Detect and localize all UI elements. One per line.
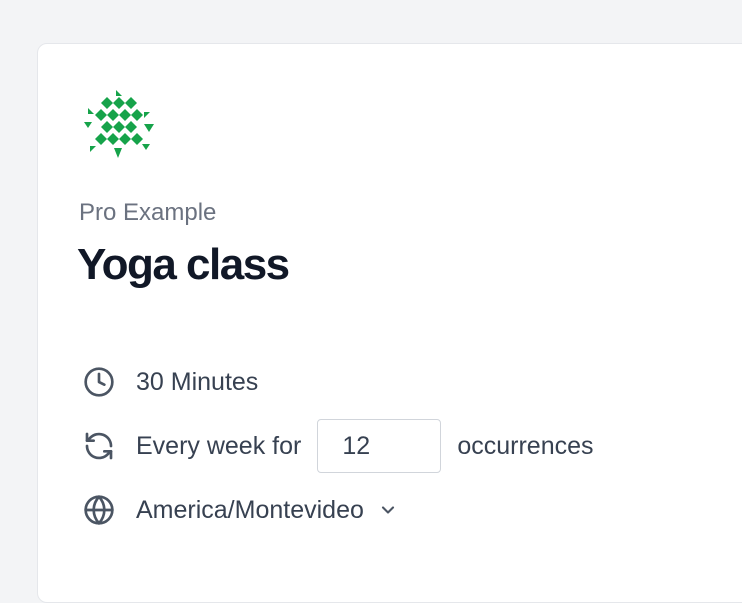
clock-icon xyxy=(82,365,116,399)
recurrence-prefix: Every week for xyxy=(136,431,302,460)
globe-icon xyxy=(82,493,116,527)
timezone-row: America/Montevideo xyxy=(82,490,398,530)
recurrence-suffix: occurrences xyxy=(457,431,594,460)
event-title: Yoga class xyxy=(77,240,290,289)
organizer-logo xyxy=(82,88,156,162)
recurrence-row: Every week for occurrences xyxy=(82,419,594,473)
occurrence-count-input[interactable] xyxy=(317,419,442,473)
booking-card: Pro Example Yoga class 30 Minutes Every … xyxy=(37,43,742,603)
refresh-icon xyxy=(82,429,116,463)
duration-row: 30 Minutes xyxy=(82,362,258,402)
event-owner-name: Pro Example xyxy=(79,199,217,226)
timezone-value: America/Montevideo xyxy=(136,495,364,524)
logo-icon xyxy=(84,90,154,158)
duration-label: 30 Minutes xyxy=(136,367,259,396)
timezone-select[interactable]: America/Montevideo xyxy=(136,496,398,525)
chevron-down-icon xyxy=(378,500,398,520)
